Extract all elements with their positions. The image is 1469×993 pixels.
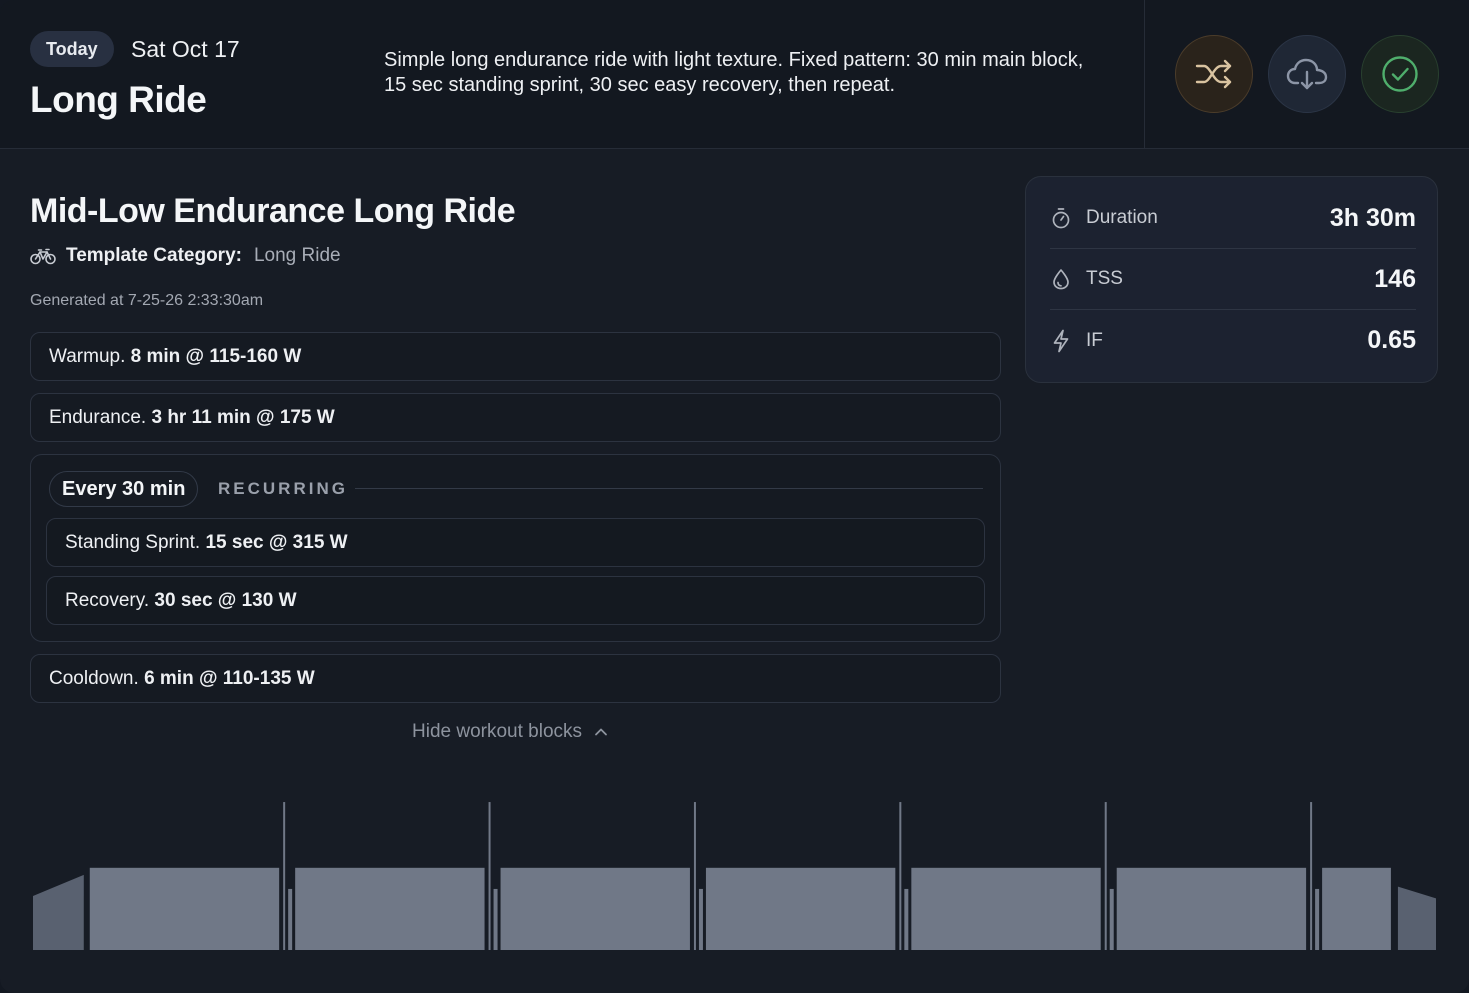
complete-button[interactable] [1361, 35, 1439, 113]
stat-duration: Duration 3h 30m [1050, 188, 1416, 249]
recovery-segment [493, 888, 498, 950]
drop-icon [1050, 268, 1072, 290]
lightning-icon [1050, 329, 1072, 352]
shuffle-button[interactable] [1175, 35, 1253, 113]
warmup-block[interactable]: Warmup. 8 min @ 115-160 W [30, 332, 1001, 381]
sprint-segment [488, 802, 491, 950]
stat-label: TSS [1086, 268, 1123, 289]
stat-value: 146 [1374, 264, 1416, 293]
recovery-segment [904, 888, 909, 950]
stat-value: 0.65 [1367, 326, 1416, 354]
endurance-segment [295, 867, 485, 950]
sprint-segment [283, 802, 286, 950]
stats-panel: Duration 3h 30m TSS 146 IF 0.65 [1025, 176, 1438, 383]
category-value: Long Ride [253, 245, 341, 266]
stat-label: Duration [1086, 207, 1158, 228]
workout-title: Mid-Low Endurance Long Ride [30, 192, 516, 230]
workout-profile-chart [33, 802, 1436, 950]
stat-value: 3h 30m [1329, 203, 1416, 232]
block-name: Cooldown. [49, 668, 139, 689]
stopwatch-icon [1050, 207, 1072, 229]
block-name: Endurance. [49, 407, 147, 428]
recurring-interval-badge[interactable]: Every 30 min [49, 471, 199, 507]
endurance-segment [911, 867, 1101, 950]
recurring-label: RECURRING [218, 479, 348, 498]
standing-sprint-block[interactable]: Standing Sprint. 15 sec @ 315 W [46, 518, 985, 567]
shuffle-icon [1195, 59, 1232, 89]
divider [355, 488, 983, 489]
template-category: Template Category: Long Ride [30, 244, 341, 268]
sprint-segment [1310, 802, 1313, 950]
block-detail: 30 sec @ 130 W [154, 590, 297, 611]
block-name: Warmup. [49, 346, 126, 367]
recovery-segment [1315, 888, 1320, 950]
today-badge: Today [30, 31, 114, 67]
page-title: Long Ride [30, 79, 207, 120]
endurance-segment [500, 867, 690, 950]
header-divider [1144, 0, 1145, 149]
workout-card: Today Sat Oct 17 Long Ride Simple long e… [0, 0, 1469, 993]
check-circle-icon [1382, 56, 1418, 92]
block-detail: 15 sec @ 315 W [205, 532, 348, 553]
sprint-segment [899, 802, 902, 950]
sprint-segment [1104, 802, 1107, 950]
generated-timestamp: Generated at 7-25-26 2:33:30am [30, 292, 264, 309]
cooldown-block[interactable]: Cooldown. 6 min @ 110-135 W [30, 654, 1001, 703]
endurance-segment [705, 867, 896, 950]
workout-description: Simple long endurance ride with light te… [384, 49, 1084, 96]
chevron-up-icon [595, 728, 607, 736]
category-label: Template Category: [66, 245, 242, 266]
hide-blocks-toggle[interactable]: Hide workout blocks [412, 720, 608, 744]
endurance-segment [1322, 867, 1391, 950]
recovery-block[interactable]: Recovery. 30 sec @ 130 W [46, 576, 985, 625]
stat-tss: TSS 146 [1050, 249, 1416, 310]
block-name: Standing Sprint. [65, 532, 201, 553]
block-detail: 3 hr 11 min @ 175 W [151, 407, 335, 428]
recovery-segment [288, 888, 293, 950]
stat-if: IF 0.65 [1050, 310, 1416, 371]
date-label: Sat Oct 17 [131, 36, 240, 62]
download-button[interactable] [1268, 35, 1346, 113]
block-name: Recovery. [65, 590, 150, 611]
toggle-label: Hide workout blocks [412, 721, 583, 742]
endurance-segment [89, 867, 280, 950]
bike-icon [30, 248, 56, 265]
recurring-group: Every 30 min RECURRING Standing Sprint. … [30, 454, 1001, 642]
cloud-download-icon [1286, 58, 1328, 90]
sprint-segment [693, 802, 696, 950]
block-detail: 8 min @ 115-160 W [130, 346, 302, 367]
header: Today Sat Oct 17 Long Ride Simple long e… [0, 0, 1469, 149]
recovery-segment [1109, 888, 1114, 950]
endurance-block[interactable]: Endurance. 3 hr 11 min @ 175 W [30, 393, 1001, 442]
ramp-segment [33, 874, 84, 950]
ramp-segment [1397, 886, 1436, 950]
block-detail: 6 min @ 110-135 W [144, 668, 315, 689]
recovery-segment [698, 888, 703, 950]
endurance-segment [1116, 867, 1307, 950]
stat-label: IF [1086, 329, 1103, 351]
